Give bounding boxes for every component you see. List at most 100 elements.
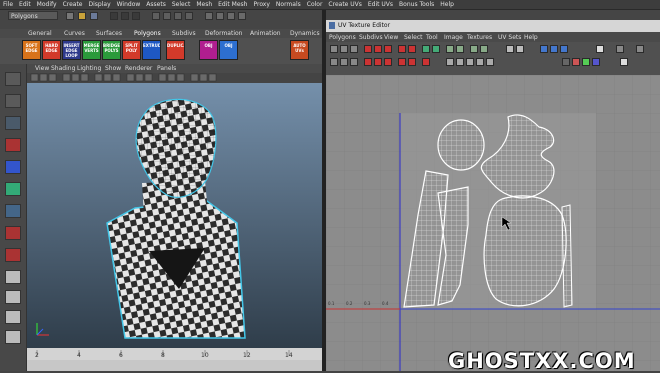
texture-borders-icon[interactable] xyxy=(550,45,558,53)
uv-tool-icon[interactable] xyxy=(330,58,338,66)
move-tool-icon[interactable] xyxy=(5,138,21,152)
shelf-tab-dynamics[interactable]: Dynamics xyxy=(290,30,320,37)
uv-tool-icon[interactable] xyxy=(340,45,348,53)
uv-tool-icon[interactable] xyxy=(384,58,392,66)
open-scene-icon[interactable] xyxy=(78,12,86,20)
duplicate-button[interactable]: DUPLICATE xyxy=(166,40,185,60)
obj-export-button[interactable]: OBJ xyxy=(219,40,238,60)
menu-bonus-tools[interactable]: Bonus Tools xyxy=(396,1,437,8)
menu-normals[interactable]: Normals xyxy=(273,1,304,8)
soft-edge-button[interactable]: SOFT EDGE xyxy=(22,40,41,60)
menu-file[interactable]: File xyxy=(0,1,16,8)
shade-uv-icon[interactable] xyxy=(540,45,548,53)
uv-menu-image[interactable]: Image xyxy=(444,34,463,41)
viewport-toolbar-icons[interactable] xyxy=(27,73,322,83)
history-icon[interactable] xyxy=(205,12,213,20)
menu-edit-uvs[interactable]: Edit UVs xyxy=(365,1,396,8)
select-tool-icon[interactable] xyxy=(5,72,21,86)
uv-menu-tool[interactable]: Tool xyxy=(426,34,438,41)
uv-tool-icon[interactable] xyxy=(364,58,372,66)
single-layout-icon[interactable] xyxy=(5,270,21,284)
menu-proxy[interactable]: Proxy xyxy=(250,1,272,8)
paint-select-tool-icon[interactable] xyxy=(5,116,21,130)
merge-verts-button[interactable]: MERGE VERTS xyxy=(82,40,101,60)
align-max-v-icon[interactable] xyxy=(480,45,488,53)
new-scene-icon[interactable] xyxy=(66,12,74,20)
uv-menu-textures[interactable]: Textures xyxy=(467,34,492,41)
curve-tool-icon[interactable] xyxy=(5,248,21,262)
layout-uv-icon[interactable] xyxy=(432,45,440,53)
uv-tool-icon[interactable] xyxy=(408,58,416,66)
uv-menu-help[interactable]: Help xyxy=(524,34,538,41)
align-min-u-icon[interactable] xyxy=(446,45,454,53)
rotate-uv-icon[interactable] xyxy=(384,45,392,53)
uv-tool-icon[interactable] xyxy=(350,45,358,53)
distortion-icon[interactable] xyxy=(560,45,568,53)
auto-uvs-button[interactable]: AUTO UVs xyxy=(290,40,309,60)
shelf-tab-animation[interactable]: Animation xyxy=(250,30,281,37)
uv-tool-icon[interactable] xyxy=(330,45,338,53)
uv-tool-icon[interactable] xyxy=(582,58,590,66)
checker-map-icon[interactable] xyxy=(596,45,604,53)
ipr-render-icon[interactable] xyxy=(227,12,235,20)
viewport-menu-lighting[interactable]: Lighting xyxy=(77,65,101,72)
viewport-menu-renderer[interactable]: Renderer xyxy=(125,65,152,72)
uv-tool-icon[interactable] xyxy=(446,58,454,66)
snap-curve-icon[interactable] xyxy=(163,12,171,20)
select-hierarchy-icon[interactable] xyxy=(110,12,118,20)
menu-help[interactable]: Help xyxy=(437,1,457,8)
uv-tool-icon[interactable] xyxy=(456,58,464,66)
uv-tool-icon[interactable] xyxy=(562,58,570,66)
uv-texture-view[interactable]: 0.1 0.2 0.3 0.4 xyxy=(326,75,660,371)
grid-icon[interactable] xyxy=(506,45,514,53)
menu-modify[interactable]: Modify xyxy=(34,1,60,8)
time-slider[interactable]: 2 4 6 8 10 12 14 xyxy=(27,348,322,371)
last-tool-icon[interactable] xyxy=(5,226,21,240)
flip-v-icon[interactable] xyxy=(374,45,382,53)
snap-icon[interactable] xyxy=(516,45,524,53)
uv-tool-icon[interactable] xyxy=(350,58,358,66)
save-scene-icon[interactable] xyxy=(90,12,98,20)
outliner-layout-icon[interactable] xyxy=(5,330,21,344)
uv-menu-view[interactable]: View xyxy=(384,34,398,41)
uv-tool-icon[interactable] xyxy=(572,58,580,66)
menu-create[interactable]: Create xyxy=(60,1,86,8)
split-poly-button[interactable]: SPLIT POLY xyxy=(122,40,141,60)
perspective-viewport[interactable] xyxy=(27,83,322,348)
image-range-icon[interactable] xyxy=(616,45,624,53)
sew-uv-icon[interactable] xyxy=(408,45,416,53)
viewport-menu-show[interactable]: Show xyxy=(105,65,121,72)
menu-display[interactable]: Display xyxy=(86,1,114,8)
uv-editor-options-icon[interactable] xyxy=(636,45,644,53)
uv-tool-icon[interactable] xyxy=(398,58,406,66)
uv-menu-polygons[interactable]: Polygons xyxy=(329,34,356,41)
manipulator-tool-icon[interactable] xyxy=(5,204,21,218)
uv-tool-icon[interactable] xyxy=(476,58,484,66)
viewport-menu-shading[interactable]: Shading xyxy=(51,65,75,72)
shelf-tab-general[interactable]: General xyxy=(28,30,52,37)
align-max-u-icon[interactable] xyxy=(456,45,464,53)
align-min-v-icon[interactable] xyxy=(470,45,478,53)
select-object-icon[interactable] xyxy=(121,12,129,20)
shelf-tab-surfaces[interactable]: Surfaces xyxy=(96,30,122,37)
render-icon[interactable] xyxy=(216,12,224,20)
lasso-tool-icon[interactable] xyxy=(5,94,21,108)
menu-create-uvs[interactable]: Create UVs xyxy=(325,1,364,8)
flip-u-icon[interactable] xyxy=(364,45,372,53)
shelf-tab-subdivs[interactable]: Subdivs xyxy=(172,30,196,37)
four-view-layout-icon[interactable] xyxy=(5,290,21,304)
render-settings-icon[interactable] xyxy=(238,12,246,20)
viewport-menu-panels[interactable]: Panels xyxy=(157,65,176,72)
mode-dropdown[interactable]: Polygons xyxy=(8,11,58,20)
uv-menu-select[interactable]: Select xyxy=(404,34,423,41)
menu-edit-mesh[interactable]: Edit Mesh xyxy=(215,1,250,8)
uv-tool-icon[interactable] xyxy=(592,58,600,66)
menu-select[interactable]: Select xyxy=(169,1,194,8)
scale-tool-icon[interactable] xyxy=(5,182,21,196)
uv-tool-icon[interactable] xyxy=(620,58,628,66)
menu-color[interactable]: Color xyxy=(304,1,326,8)
cut-uv-icon[interactable] xyxy=(398,45,406,53)
select-component-icon[interactable] xyxy=(132,12,140,20)
snap-grid-icon[interactable] xyxy=(152,12,160,20)
menu-mesh[interactable]: Mesh xyxy=(193,1,215,8)
